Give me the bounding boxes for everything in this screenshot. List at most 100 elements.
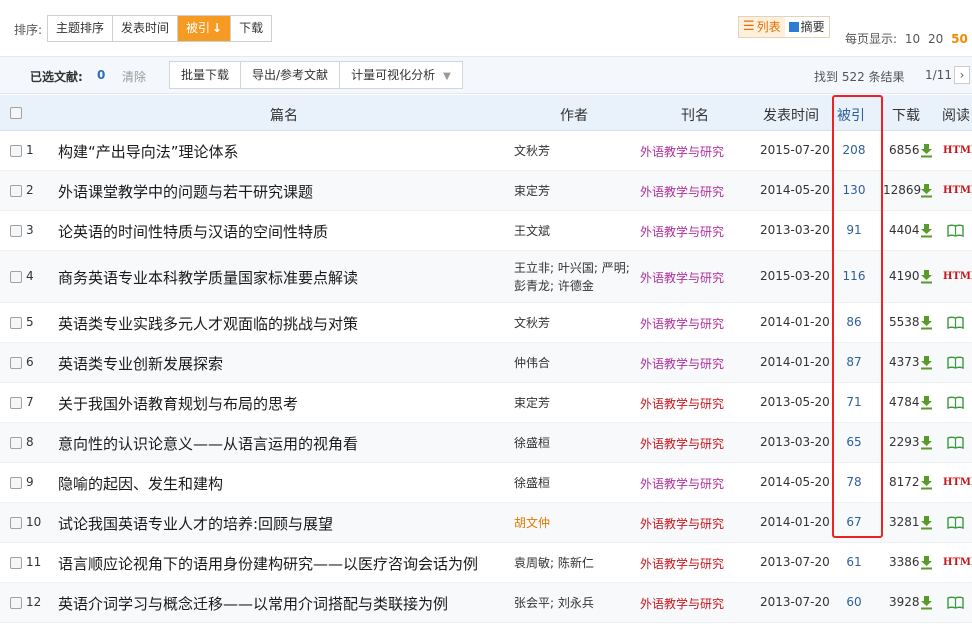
journal-link[interactable]: 外语教学与研究 (640, 315, 724, 332)
export-references-button[interactable]: 导出/参考文献 (241, 62, 341, 88)
per-page-50[interactable]: 50 (951, 32, 968, 46)
journal-link[interactable]: 外语教学与研究 (640, 475, 724, 492)
select-all-checkbox[interactable] (10, 107, 22, 119)
journal-link[interactable]: 外语教学与研究 (640, 269, 724, 286)
author-names[interactable]: 仲伟合 (514, 354, 550, 372)
article-title-link[interactable]: 构建“产出导向法”理论体系 (58, 141, 239, 162)
row-checkbox[interactable] (10, 317, 22, 329)
author-line[interactable]: 王立非; 叶兴国; 严明; (514, 261, 630, 275)
download-icon[interactable] (920, 355, 933, 373)
book-read-icon[interactable] (947, 516, 964, 532)
row-checkbox[interactable] (10, 517, 22, 529)
article-title-link[interactable]: 语言顺应论视角下的语用身份建构研究——以医疗咨询会话为例 (58, 553, 478, 574)
html-read-icon[interactable]: HTML (943, 271, 972, 282)
clear-selection-link[interactable]: 清除 (122, 68, 146, 85)
row-checkbox[interactable] (10, 225, 22, 237)
author-names[interactable]: 袁周敏; 陈新仁 (514, 554, 594, 572)
download-icon[interactable] (920, 315, 933, 333)
download-icon[interactable] (920, 515, 933, 533)
article-title-link[interactable]: 英语类专业创新发展探索 (58, 353, 223, 374)
row-checkbox[interactable] (10, 397, 22, 409)
citation-count[interactable]: 61 (834, 555, 874, 569)
author-names[interactable]: 文秋芳 (514, 314, 550, 332)
author-names[interactable]: 徐盛桓 (514, 434, 550, 452)
journal-link[interactable]: 外语教学与研究 (640, 183, 724, 200)
abstract-view-button[interactable]: 摘要 (784, 17, 829, 37)
author-line[interactable]: 彭青龙; 许德金 (514, 279, 594, 293)
author-names[interactable]: 张会平; 刘永兵 (514, 594, 594, 612)
next-page-button[interactable]: › (954, 66, 970, 84)
download-icon[interactable] (920, 475, 933, 493)
article-title-link[interactable]: 意向性的认识论意义——从语言运用的视角看 (58, 433, 358, 454)
html-read-icon[interactable]: HTML (943, 557, 972, 568)
visual-analysis-dropdown[interactable]: 计量可视化分析 ▼ (340, 62, 462, 88)
citation-count[interactable]: 60 (834, 595, 874, 609)
author-names[interactable]: 束定芳 (514, 394, 550, 412)
column-header-date[interactable]: 发表时间 (763, 105, 819, 125)
batch-download-button[interactable]: 批量下载 (170, 62, 242, 88)
per-page-10[interactable]: 10 (905, 32, 920, 46)
citation-count[interactable]: 208 (834, 143, 874, 157)
row-checkbox[interactable] (10, 597, 22, 609)
download-icon[interactable] (920, 269, 933, 287)
journal-link[interactable]: 外语教学与研究 (640, 435, 724, 452)
column-header-title[interactable]: 篇名 (270, 105, 298, 125)
html-read-icon[interactable]: HTML (943, 185, 972, 196)
download-icon[interactable] (920, 223, 933, 241)
article-title-link[interactable]: 英语类专业实践多元人才观面临的挑战与对策 (58, 313, 358, 334)
column-header-journal[interactable]: 刊名 (681, 105, 709, 125)
author-names[interactable]: 束定芳 (514, 182, 550, 200)
citation-count[interactable]: 67 (834, 515, 874, 529)
journal-link[interactable]: 外语教学与研究 (640, 143, 724, 160)
book-read-icon[interactable] (947, 356, 964, 372)
citation-count[interactable]: 78 (834, 475, 874, 489)
author-names[interactable]: 王文斌 (514, 222, 550, 240)
sort-by-topic-button[interactable]: 主题排序 (48, 16, 114, 41)
citation-count[interactable]: 71 (834, 395, 874, 409)
article-title-link[interactable]: 外语课堂教学中的问题与若干研究课题 (58, 181, 313, 202)
download-icon[interactable] (920, 183, 933, 201)
article-title-link[interactable]: 试论我国英语专业人才的培养:回顾与展望 (58, 513, 333, 534)
author-names[interactable]: 王立非; 叶兴国; 严明; 彭青龙; 许德金 (514, 259, 630, 295)
row-checkbox[interactable] (10, 145, 22, 157)
article-title-link[interactable]: 隐喻的起因、发生和建构 (58, 473, 223, 494)
citation-count[interactable]: 86 (834, 315, 874, 329)
book-read-icon[interactable] (947, 224, 964, 240)
html-read-icon[interactable]: HTML (943, 145, 972, 156)
author-names[interactable]: 文秋芳 (514, 142, 550, 160)
row-checkbox[interactable] (10, 357, 22, 369)
citation-count[interactable]: 130 (834, 183, 874, 197)
citation-count[interactable]: 87 (834, 355, 874, 369)
column-header-cited[interactable]: 被引 (837, 105, 865, 125)
sort-by-date-button[interactable]: 发表时间 (113, 16, 179, 41)
column-header-author[interactable]: 作者 (560, 105, 588, 125)
book-read-icon[interactable] (947, 436, 964, 452)
article-title-link[interactable]: 论英语的时间性特质与汉语的空间性特质 (58, 221, 328, 242)
row-checkbox[interactable] (10, 271, 22, 283)
journal-link[interactable]: 外语教学与研究 (640, 555, 724, 572)
html-read-icon[interactable]: HTML (943, 477, 972, 488)
row-checkbox[interactable] (10, 557, 22, 569)
journal-link[interactable]: 外语教学与研究 (640, 395, 724, 412)
download-icon[interactable] (920, 395, 933, 413)
citation-count[interactable]: 65 (834, 435, 874, 449)
row-checkbox[interactable] (10, 437, 22, 449)
list-view-button[interactable]: ☰ 列表 (739, 17, 785, 37)
download-icon[interactable] (920, 595, 933, 613)
article-title-link[interactable]: 关于我国外语教育规划与布局的思考 (58, 393, 298, 414)
author-names[interactable]: 徐盛桓 (514, 474, 550, 492)
journal-link[interactable]: 外语教学与研究 (640, 595, 724, 612)
download-icon[interactable] (920, 143, 933, 161)
journal-link[interactable]: 外语教学与研究 (640, 355, 724, 372)
article-title-link[interactable]: 商务英语专业本科教学质量国家标准要点解读 (58, 267, 358, 288)
citation-count[interactable]: 91 (834, 223, 874, 237)
book-read-icon[interactable] (947, 316, 964, 332)
book-read-icon[interactable] (947, 396, 964, 412)
journal-link[interactable]: 外语教学与研究 (640, 515, 724, 532)
sort-by-citations-button[interactable]: 被引 ↓ (178, 16, 232, 41)
download-icon[interactable] (920, 555, 933, 573)
citation-count[interactable]: 116 (834, 269, 874, 283)
row-checkbox[interactable] (10, 477, 22, 489)
book-read-icon[interactable] (947, 596, 964, 612)
sort-by-downloads-button[interactable]: 下载 (231, 16, 272, 41)
